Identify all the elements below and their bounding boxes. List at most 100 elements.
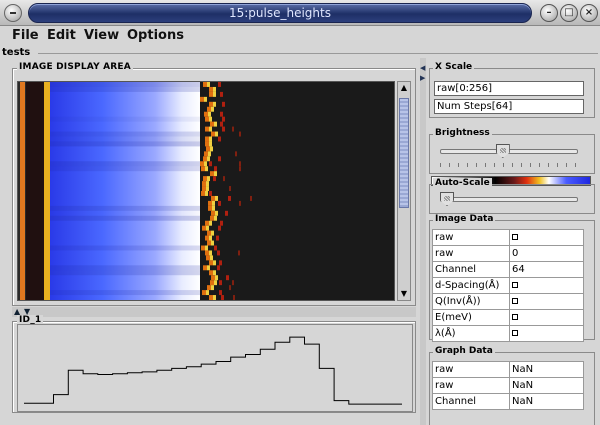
title-pill[interactable]: 15:pulse_heights (28, 3, 532, 23)
image-row-speck (217, 265, 220, 271)
menu-view[interactable]: View (84, 28, 119, 43)
image-vertical-scrollbar[interactable]: ▲ ▼ (397, 81, 411, 301)
table-row[interactable]: E(meV) (432, 309, 584, 326)
row-key: raw (432, 245, 510, 262)
menu-edit[interactable]: Edit (47, 28, 76, 43)
table-row[interactable]: d-Spacing(Å) (432, 277, 584, 294)
tests-label: tests (2, 47, 31, 58)
image-row-speck (222, 101, 225, 107)
image-row-edge (207, 240, 211, 246)
image-row-edge-hot (210, 146, 213, 152)
image-row-edge (208, 205, 212, 211)
image-row-speck (232, 280, 234, 286)
image-row-speck (222, 126, 225, 132)
vertical-splitter[interactable]: ◀ ▶ (420, 58, 426, 425)
image-row-shade (50, 136, 200, 142)
image-row-edge-hot (209, 116, 212, 122)
row-key: d-Spacing(Å) (432, 277, 510, 294)
row-value[interactable] (509, 293, 584, 310)
num-steps-field[interactable]: Num Steps[64] (434, 99, 584, 114)
table-row[interactable]: raw NaN (432, 361, 584, 378)
splitter-right-icon[interactable]: ▶ (420, 74, 425, 82)
row-key: raw (432, 229, 510, 246)
row-key: raw (432, 361, 510, 378)
image-row-speck (217, 250, 220, 256)
brightness-slider-thumb[interactable] (495, 144, 510, 158)
table-row[interactable]: Channel 64 (432, 261, 584, 278)
table-row[interactable]: λ(Å) (432, 325, 584, 342)
menu-options[interactable]: Options (127, 28, 184, 43)
row-value[interactable] (509, 325, 584, 342)
image-row-edge-hot (207, 82, 210, 87)
image-row-edge-hot (209, 220, 212, 226)
scroll-thumb[interactable] (399, 98, 409, 208)
row-value[interactable] (509, 309, 584, 326)
table-row[interactable]: raw (432, 229, 584, 246)
image-row-shade (50, 205, 200, 211)
graph-plot[interactable] (17, 324, 413, 412)
image-row-speck (222, 116, 225, 122)
splitter-left-icon[interactable]: ◀ (420, 64, 425, 72)
image-row-edge-hot (209, 141, 212, 147)
image-row-shade (50, 141, 200, 147)
panel-splitter[interactable]: ▲ ▼ (12, 307, 416, 317)
row-value[interactable] (509, 229, 584, 246)
image-row-edge (202, 186, 206, 191)
row-value[interactable]: 0 (509, 245, 584, 262)
image-row-speck (218, 156, 221, 162)
row-value[interactable]: NaN (509, 361, 584, 378)
image-row-edge (209, 260, 213, 266)
close-icon[interactable]: × (580, 4, 598, 22)
pulse-height-image[interactable] (18, 82, 394, 300)
image-canvas[interactable] (17, 81, 395, 301)
checkbox-icon[interactable] (512, 282, 518, 288)
image-row-shade (50, 265, 200, 271)
maximize-icon[interactable]: □ (560, 4, 578, 22)
image-row-edge (207, 106, 211, 112)
table-row[interactable]: Q(Inv(Å)) (432, 293, 584, 310)
image-row-edge (203, 156, 207, 162)
checkbox-icon[interactable] (512, 234, 518, 240)
image-row-shade (50, 166, 200, 172)
image-row-speck (220, 220, 223, 226)
window-menu-icon[interactable] (4, 4, 22, 22)
image-dark-band (26, 82, 44, 300)
image-row-edge-hot (209, 126, 212, 132)
checkbox-icon[interactable] (512, 314, 518, 320)
image-row-edge-hot (207, 156, 210, 162)
image-row-edge (211, 275, 215, 281)
image-row-edge (205, 116, 209, 122)
image-row-shade (50, 290, 200, 296)
row-value[interactable]: NaN (509, 393, 584, 410)
image-display-area: IMAGE DISPLAY AREA ▲ ▼ (12, 62, 416, 306)
image-row-speck (218, 136, 221, 142)
image-row-edge (210, 280, 214, 286)
row-value[interactable]: NaN (509, 377, 584, 394)
x-scale-range-field[interactable]: raw[0:256] (434, 81, 584, 96)
image-row-speck (218, 225, 221, 231)
image-row-edge-hot (215, 275, 218, 281)
x-scale-group: X Scale raw[0:256] Num Steps[64] (429, 62, 595, 118)
table-row[interactable]: Channel NaN (432, 393, 584, 410)
menu-file[interactable]: File (12, 28, 39, 43)
image-row-edge (205, 235, 209, 241)
image-row-edge-hot (214, 171, 217, 177)
checkbox-icon[interactable] (512, 330, 518, 336)
row-value[interactable]: 64 (509, 261, 584, 278)
scroll-up-icon[interactable]: ▲ (399, 83, 409, 93)
image-data-title: Image Data (433, 214, 496, 224)
image-row-edge (205, 136, 209, 142)
image-row-shade (50, 245, 200, 251)
auto-scale-slider-thumb[interactable] (440, 192, 454, 206)
table-row[interactable]: raw NaN (432, 377, 584, 394)
image-row-speck (228, 195, 231, 201)
row-value[interactable] (509, 277, 584, 294)
row-key: Channel (432, 393, 510, 410)
title-bar[interactable]: 15:pulse_heights – □ × (0, 0, 600, 26)
graph-data-table: raw NaN raw NaN Channel NaN (432, 361, 584, 410)
minimize-icon[interactable]: – (540, 4, 558, 22)
scroll-down-icon[interactable]: ▼ (399, 289, 409, 299)
checkbox-icon[interactable] (512, 298, 518, 304)
table-row[interactable]: raw 0 (432, 245, 584, 262)
auto-scale-track[interactable] (440, 197, 578, 202)
